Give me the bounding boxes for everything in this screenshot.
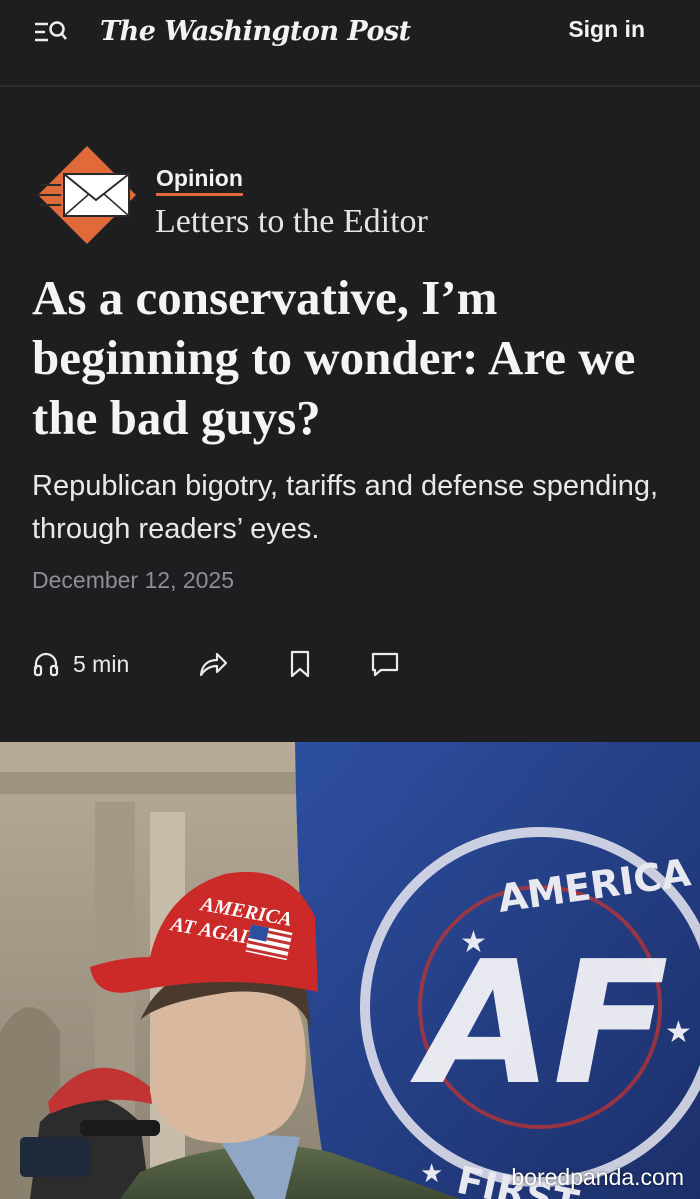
article-hero-photo: AF AMERICA FIRST ★ ★ ★ AMERICA AT AGAIN … (0, 742, 700, 1199)
share-icon[interactable] (197, 648, 229, 680)
headphones-icon (33, 652, 59, 677)
article-subheadline: Republican bigotry, tariffs and defense … (32, 470, 659, 545)
envelope-icon (36, 146, 136, 244)
listen-duration: 5 min (73, 650, 130, 677)
comment-icon[interactable] (369, 648, 401, 680)
watermark-text: boredpanda.com (511, 1164, 684, 1190)
hero-photo-illustration: AF AMERICA FIRST ★ ★ ★ AMERICA AT AGAIN (0, 742, 700, 1199)
sign-in-button[interactable]: Sign in (568, 16, 645, 43)
column-name: Letters to the Editor (155, 203, 428, 240)
svg-text:★: ★ (460, 926, 487, 959)
svg-text:★: ★ (665, 1016, 692, 1049)
flag-logo-text: AF (409, 925, 669, 1123)
article-headline: As a conservative, I’m beginning to wond… (32, 270, 636, 445)
masthead-logo[interactable]: The Washington Post (100, 10, 411, 54)
bookmark-icon[interactable] (284, 648, 316, 680)
menu-search-icon[interactable] (33, 18, 69, 48)
publish-date: December 12, 2025 (32, 567, 235, 593)
listen-button[interactable]: 5 min (32, 642, 129, 686)
section-link-opinion[interactable]: Opinion (156, 164, 243, 196)
article-actions: 5 min (32, 642, 432, 686)
svg-text:★: ★ (420, 1158, 443, 1188)
top-nav-bar: The Washington Post Sign in (0, 0, 700, 87)
